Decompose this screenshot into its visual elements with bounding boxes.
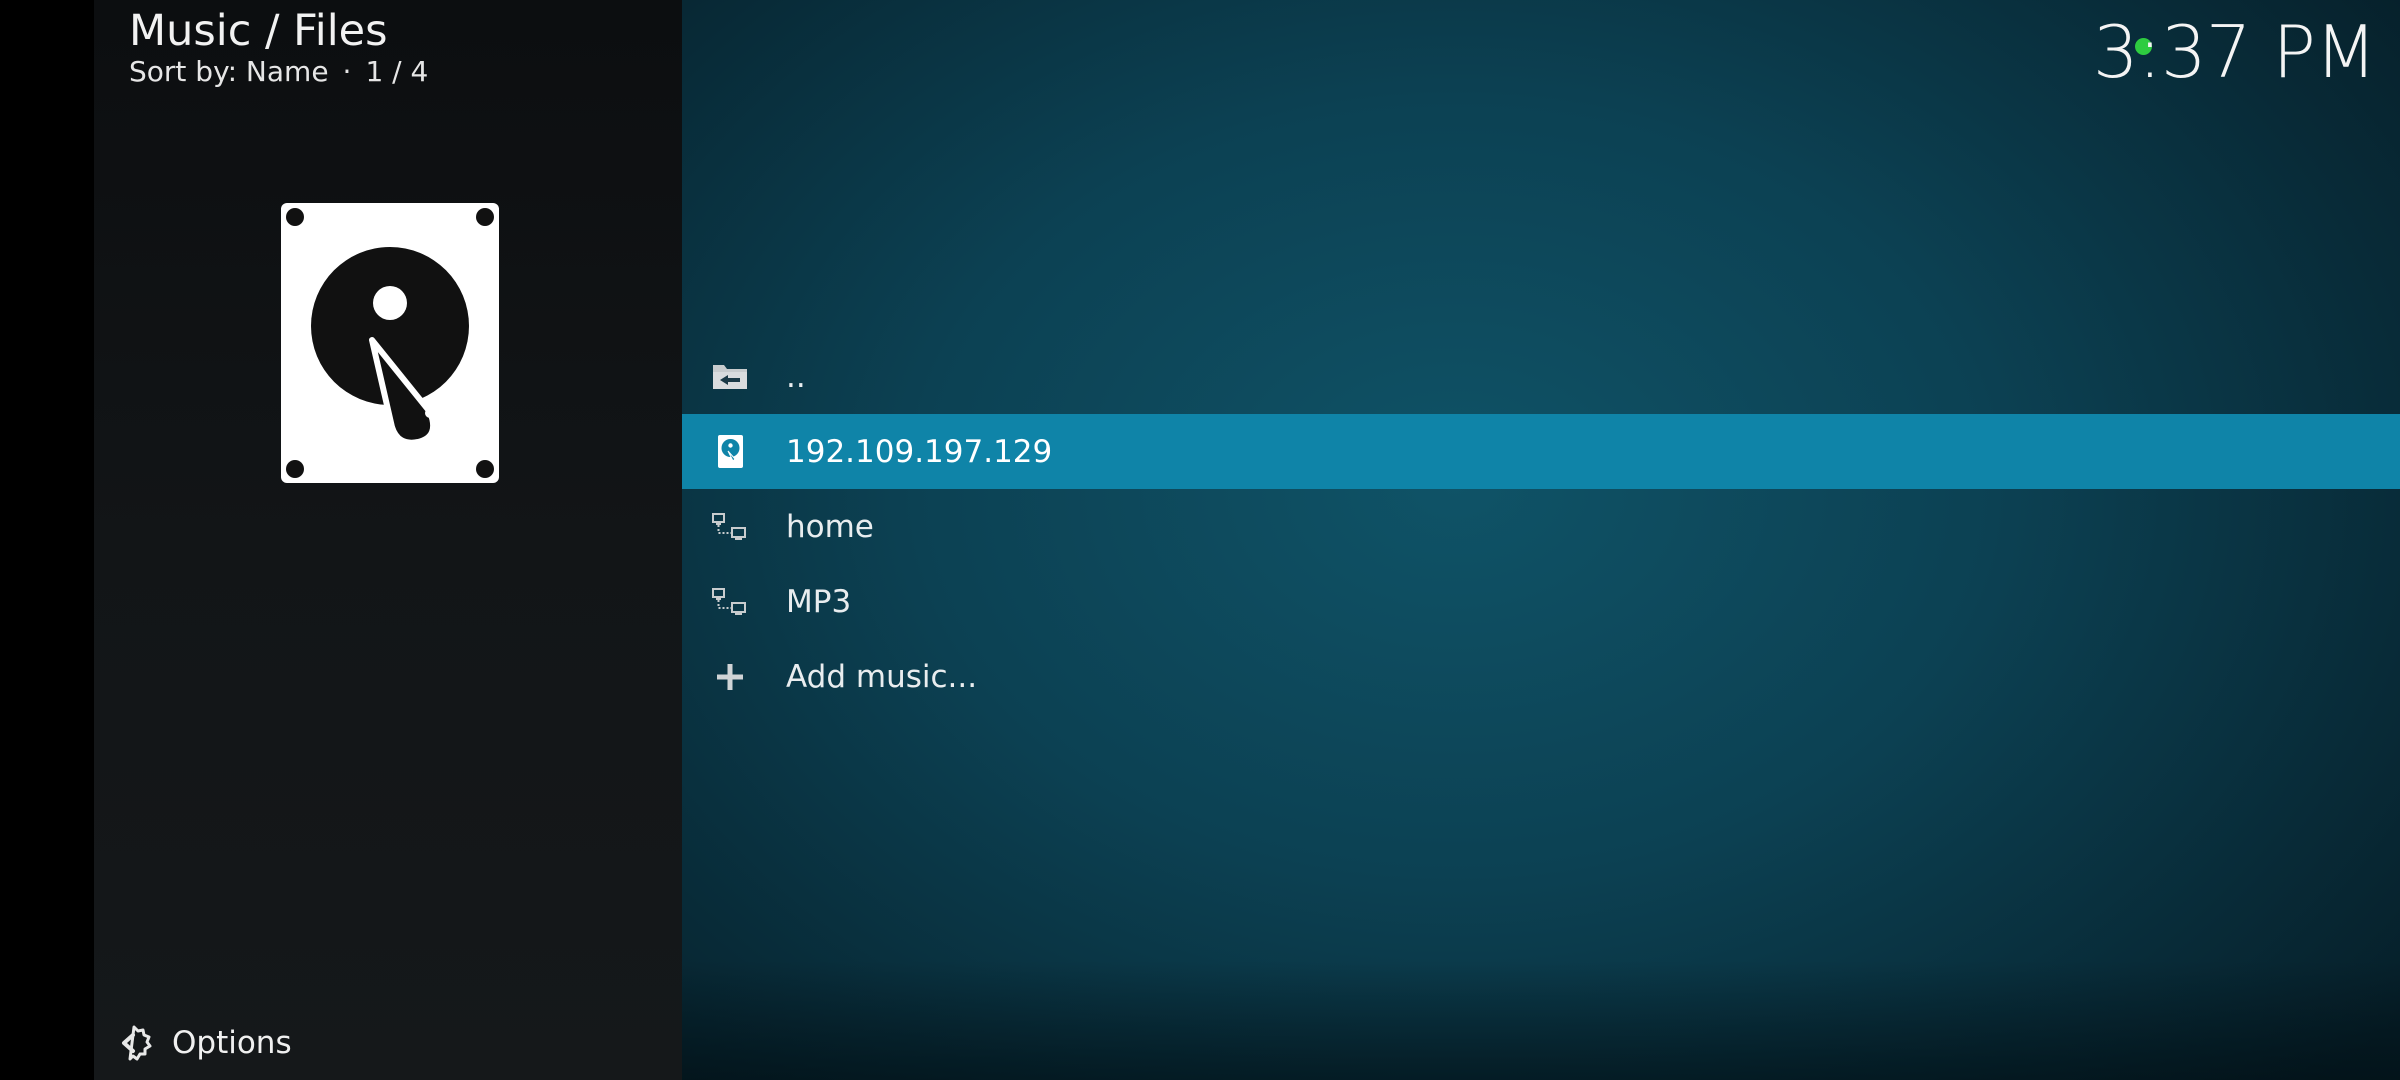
hard-disk-icon	[718, 434, 743, 468]
bottom-fade	[682, 960, 2400, 1080]
left-edge	[0, 0, 94, 1080]
list-item-label: MP3	[786, 583, 852, 620]
network-share-icon	[712, 587, 746, 615]
list-item-home[interactable]: home	[682, 489, 2400, 564]
list-item-parent[interactable]: ..	[682, 339, 2400, 414]
sort-info: Sort by: Name · 1 / 4	[129, 55, 428, 88]
kodi-app: Music / Files Sort by: Name · 1 / 4 Option…	[0, 0, 2400, 1080]
file-list: .. 192.109.197.129 home MP3 Add music...	[682, 339, 2400, 714]
list-item-label: Add music...	[786, 658, 978, 695]
item-position: 1 / 4	[365, 55, 429, 88]
folder-back-icon	[713, 364, 747, 389]
list-item-label: 192.109.197.129	[786, 433, 1053, 470]
separator: ·	[342, 55, 352, 88]
options-gear-icon	[122, 1025, 152, 1061]
plus-icon	[717, 663, 743, 690]
page-title: Music / Files	[129, 6, 388, 56]
list-item-label: home	[786, 508, 874, 545]
options-button[interactable]: Options	[106, 1018, 292, 1068]
info-panel: Music / Files Sort by: Name · 1 / 4 Option…	[94, 0, 682, 1080]
clock: 3:37 PM	[2092, 10, 2377, 94]
hard-disk-icon	[281, 203, 499, 483]
list-item-mp3[interactable]: MP3	[682, 564, 2400, 639]
sort-label: Sort by: Name	[129, 55, 329, 88]
list-item-label: ..	[786, 358, 806, 395]
network-share-icon	[712, 512, 746, 540]
list-item-hard-disk[interactable]: 192.109.197.129	[682, 414, 2400, 489]
options-label: Options	[172, 1025, 292, 1061]
list-item-add-music[interactable]: Add music...	[682, 639, 2400, 714]
